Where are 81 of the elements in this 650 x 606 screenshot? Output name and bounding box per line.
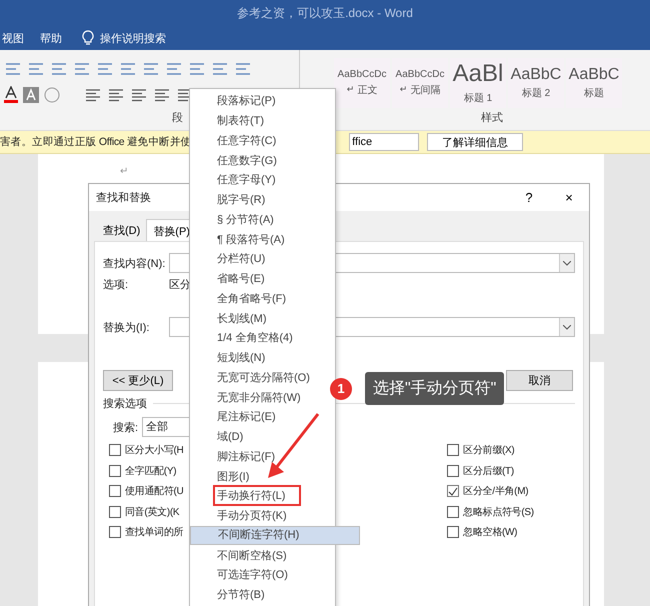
checkbox-label: 查找单词的所	[125, 526, 184, 540]
menu-item[interactable]: 制表符(T)	[190, 110, 335, 130]
menu-item[interactable]: 分栏符(U)	[190, 249, 335, 269]
menu-item[interactable]: 任意数字(G)	[190, 150, 335, 170]
menu-item[interactable]: 图形(I)	[190, 466, 335, 486]
menu-item[interactable]: 任意字符(C)	[190, 130, 335, 150]
shading-letter-icon[interactable]	[23, 87, 39, 103]
checkbox[interactable]	[447, 526, 460, 538]
paragraph-mark: ↵	[400, 85, 408, 95]
align-left-icon[interactable]	[84, 87, 102, 103]
checkbox[interactable]	[447, 506, 460, 518]
style-name: 标题	[584, 86, 604, 100]
checkbox-label: 同音(英文)(K	[125, 506, 180, 519]
checkbox-label: 全字匹配(Y)	[125, 464, 176, 478]
checkbox[interactable]	[447, 485, 460, 498]
checkbox-label: 区分大小写(H	[125, 444, 184, 458]
style-preview: AaBbCcDc	[338, 69, 386, 80]
callout-tooltip: 选择"手动分页符"	[365, 372, 504, 405]
enclosed-character-icon[interactable]	[44, 87, 60, 103]
align-right-icon[interactable]	[130, 87, 148, 103]
checkbox-label: 使用通配符(U	[125, 484, 184, 498]
checkbox-label: 忽略空格(W)	[463, 526, 518, 540]
checkbox[interactable]	[109, 464, 121, 477]
checkbox[interactable]	[447, 464, 460, 477]
menu-item[interactable]: 手动分页符(K)	[190, 506, 335, 526]
lightbulb-icon	[82, 30, 94, 46]
style-name: 无间隔	[410, 84, 440, 97]
menu-item[interactable]: 脱字号(R)	[190, 190, 335, 210]
menu-item[interactable]: 分节符(B)	[190, 584, 335, 604]
menu-item[interactable]: 域(D)	[190, 426, 335, 446]
menu-item[interactable]: 可选连字符(O)	[190, 565, 335, 585]
group-label: 样式	[481, 111, 503, 125]
close-button[interactable]: ×	[549, 189, 589, 206]
style-name: 标题 2	[522, 86, 550, 100]
checkbox[interactable]	[109, 444, 121, 456]
style-preview: AaBbC	[568, 66, 620, 84]
style-preview: AaBl	[452, 61, 504, 88]
menu-item[interactable]: 任意字母(Y)	[190, 170, 335, 190]
help-button[interactable]: ?	[509, 189, 549, 206]
style-preview: AaBbC	[510, 66, 562, 84]
field-label: 替换为(I):	[103, 320, 150, 334]
checkbox-label: 区分后缀(T)	[463, 464, 514, 478]
window-title: 参考之资，可以攻玉.docx - Word	[237, 4, 413, 22]
menu-item[interactable]: 省略号(E)	[190, 268, 335, 288]
notice-button[interactable]: ffice	[349, 133, 420, 151]
field-label: 搜索:	[113, 420, 138, 434]
checkbox-label: 区分前缀(X)	[463, 444, 514, 458]
checkbox[interactable]	[109, 506, 121, 518]
notice-button[interactable]: 了解详细信息	[427, 133, 524, 151]
menu-tab[interactable]: 视图	[2, 30, 24, 46]
checkbox[interactable]	[109, 526, 121, 538]
menu-item[interactable]: 不间断连字符(H)	[190, 526, 360, 546]
menu-item[interactable]: 全角省略号(F)	[190, 288, 335, 308]
field-label: 选项:	[103, 278, 130, 292]
tell-me-search[interactable]: 操作说明搜索	[100, 30, 166, 46]
group-label: 段	[172, 111, 183, 125]
dialog-title: 查找和替换	[96, 191, 151, 205]
checkbox[interactable]	[447, 444, 460, 456]
justify-icon[interactable]	[153, 87, 171, 103]
align-center-icon[interactable]	[107, 87, 125, 103]
checkbox-label: 忽略标点符号(S)	[463, 506, 534, 519]
menu-item[interactable]: 段落标记(P)	[190, 91, 335, 111]
checkbox[interactable]	[109, 485, 121, 498]
checkbox-label: 区分全/半角(M)	[463, 484, 528, 498]
style-name: 标题 1	[464, 92, 492, 105]
style-name: 正文	[357, 84, 378, 97]
font-color-icon[interactable]	[4, 86, 18, 104]
paragraph-mark: ↵	[120, 166, 128, 177]
field-label: 查找内容(N):	[103, 256, 166, 270]
menu-tab[interactable]: 帮助	[40, 30, 62, 46]
less-button[interactable]: << 更少(L)	[103, 370, 173, 391]
cancel-button[interactable]: 取消	[506, 370, 573, 391]
paragraph-mark: ↵	[346, 85, 354, 95]
section-label: 搜索选项	[103, 396, 147, 410]
menu-item[interactable]: 1/4 全角空格(4)	[190, 328, 335, 348]
menu-item[interactable]: 脚注标记(F)	[190, 446, 335, 466]
menu-item[interactable]: 长划线(M)	[190, 308, 335, 328]
menu-item[interactable]: 不间断空格(S)	[190, 545, 335, 565]
menu-item[interactable]: 短划线(N)	[190, 348, 335, 368]
style-preview: AaBbCcDc	[396, 69, 444, 80]
menu-item[interactable]: 尾注标记(E)	[190, 407, 335, 427]
